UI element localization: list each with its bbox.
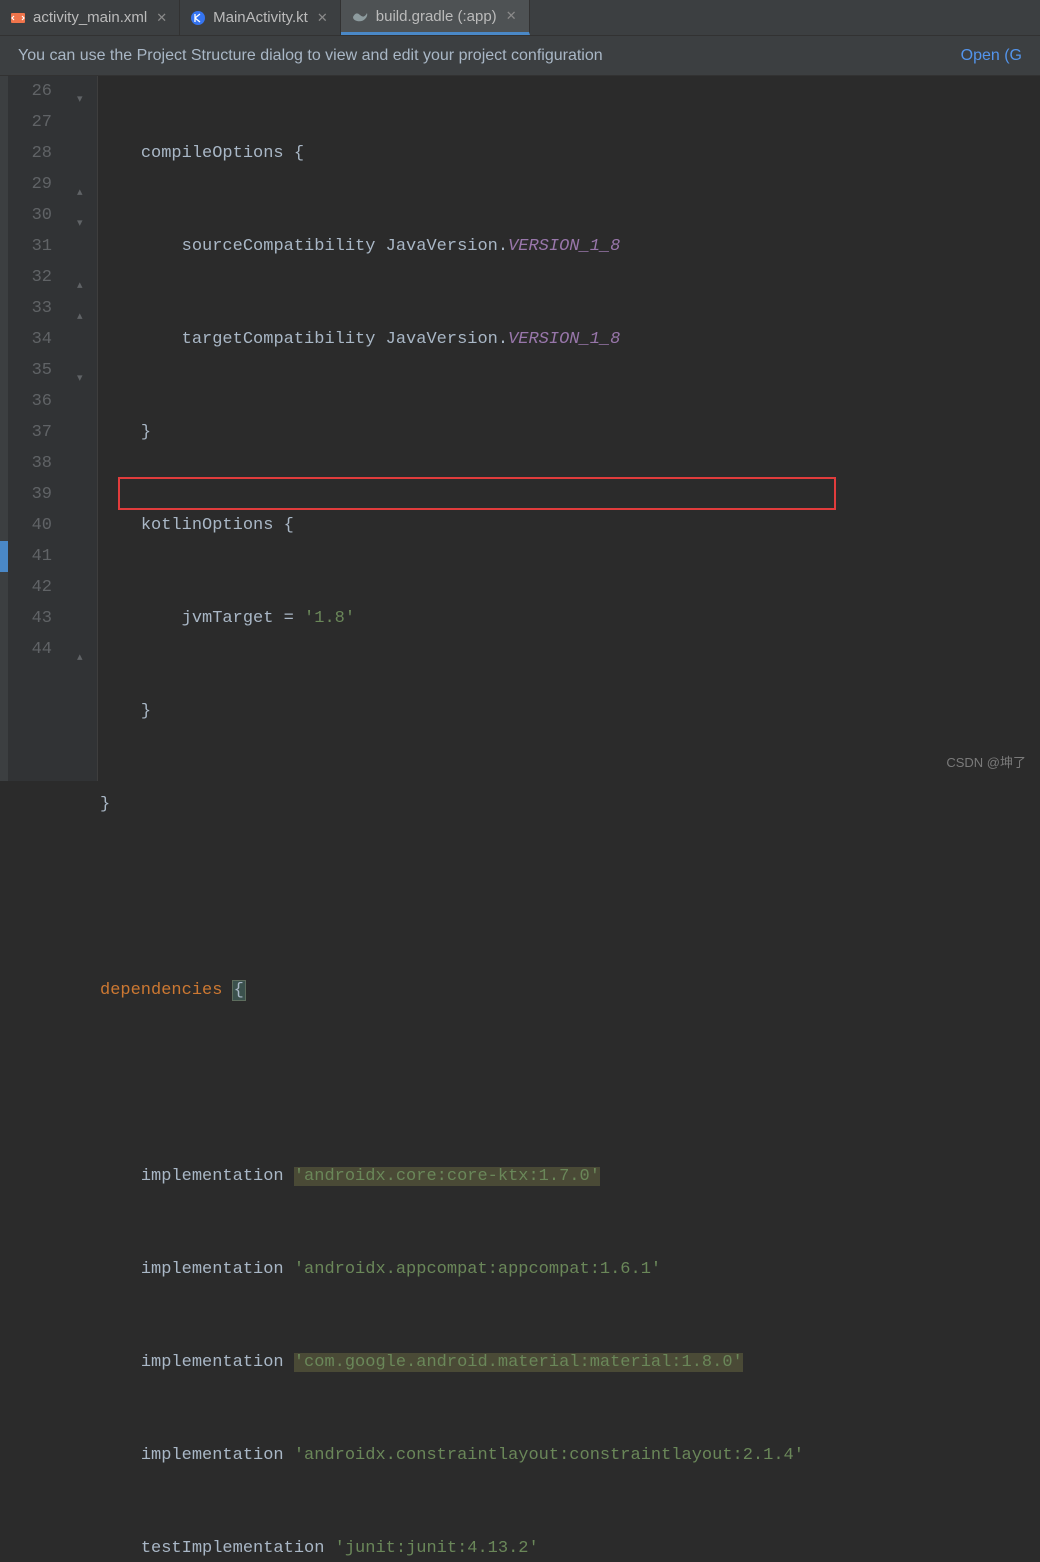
tab-bar: activity_main.xml ✕ MainActivity.kt ✕ bu… <box>0 0 1040 36</box>
tab-activity-main[interactable]: activity_main.xml ✕ <box>0 0 180 35</box>
tab-main-activity[interactable]: MainActivity.kt ✕ <box>180 0 341 35</box>
code-line[interactable] <box>100 1068 855 1099</box>
tab-label: build.gradle (:app) <box>376 8 497 25</box>
close-icon[interactable]: ✕ <box>154 10 169 26</box>
code-line[interactable]: } <box>100 417 855 448</box>
code-line[interactable]: jvmTarget = '1.8' <box>100 603 855 634</box>
code-line[interactable]: implementation 'androidx.appcompat:appco… <box>100 1254 855 1285</box>
code-line[interactable]: kotlinOptions { <box>100 510 855 541</box>
gradle-icon <box>351 9 369 23</box>
code-line[interactable]: targetCompatibility JavaVersion.VERSION_… <box>100 324 855 355</box>
fold-handle[interactable]: ▴ <box>77 271 89 283</box>
code-area[interactable]: compileOptions { sourceCompatibility Jav… <box>98 76 855 781</box>
code-line[interactable]: testImplementation 'junit:junit:4.13.2' <box>100 1533 855 1562</box>
code-line[interactable]: } <box>100 696 855 727</box>
line-gutter: 26272829303132333435363738394041424344 <box>0 76 74 781</box>
side-marker <box>0 541 8 572</box>
fold-handle[interactable]: ▴ <box>77 178 89 190</box>
fold-handle[interactable]: ▾ <box>77 209 89 221</box>
banner-text: You can use the Project Structure dialog… <box>18 47 603 65</box>
code-line[interactable]: dependencies { <box>100 975 855 1006</box>
fold-column: ▾ ▴ ▾ ▴ ▴ ▾ ▴ <box>74 76 98 781</box>
close-icon[interactable]: ✕ <box>504 8 519 24</box>
tab-label: MainActivity.kt <box>213 9 308 26</box>
info-banner: You can use the Project Structure dialog… <box>0 36 1040 76</box>
banner-open-link[interactable]: Open (G <box>961 47 1022 65</box>
code-editor[interactable]: 26272829303132333435363738394041424344 ▾… <box>0 76 1040 781</box>
tab-label: activity_main.xml <box>33 9 147 26</box>
code-line[interactable]: sourceCompatibility JavaVersion.VERSION_… <box>100 231 855 262</box>
xml-icon <box>10 10 26 26</box>
code-line[interactable]: implementation 'androidx.core:core-ktx:1… <box>100 1161 855 1192</box>
code-line[interactable]: } <box>100 789 855 820</box>
fold-handle[interactable]: ▴ <box>77 643 89 655</box>
close-icon[interactable]: ✕ <box>315 10 330 26</box>
code-line[interactable] <box>100 882 855 913</box>
code-line[interactable]: compileOptions { <box>100 138 855 169</box>
watermark: CSDN @坤了 <box>946 752 1026 771</box>
highlight-box <box>118 477 836 510</box>
fold-handle[interactable]: ▴ <box>77 302 89 314</box>
fold-handle[interactable]: ▾ <box>77 85 89 97</box>
side-strip <box>0 76 8 781</box>
code-line[interactable]: implementation 'androidx.constraintlayou… <box>100 1440 855 1471</box>
fold-handle[interactable]: ▾ <box>77 364 89 376</box>
kotlin-icon <box>190 10 206 26</box>
tab-build-gradle[interactable]: build.gradle (:app) ✕ <box>341 0 530 35</box>
code-line[interactable]: implementation 'com.google.android.mater… <box>100 1347 855 1378</box>
